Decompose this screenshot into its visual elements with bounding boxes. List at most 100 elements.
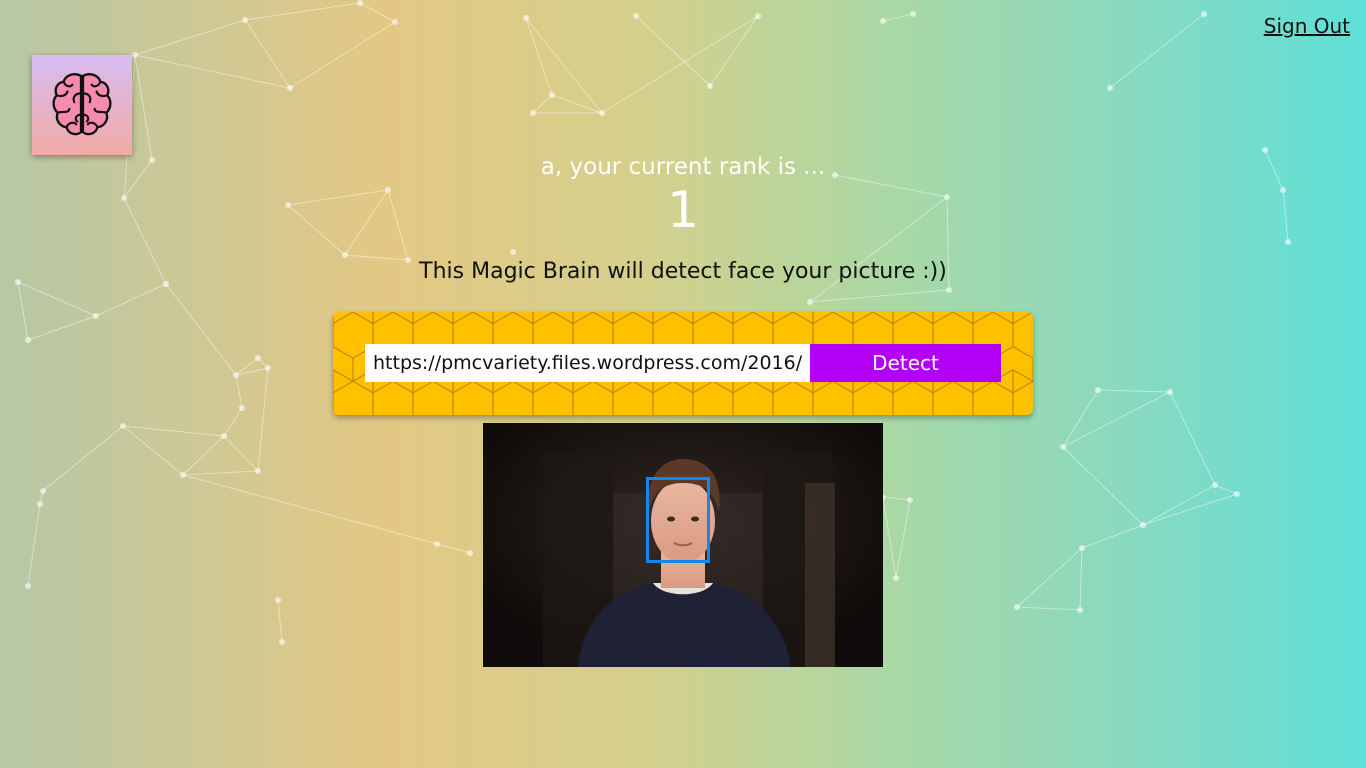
particle-dot <box>221 433 227 439</box>
particle-link <box>223 407 243 437</box>
particle-dot <box>1212 482 1218 488</box>
particle-link <box>1062 446 1144 526</box>
particle-dot <box>40 488 46 494</box>
particle-dot <box>357 0 363 6</box>
particle-dot <box>510 249 516 255</box>
particle-link <box>809 289 950 303</box>
particle-dot <box>549 92 555 98</box>
particle-dot <box>1014 604 1020 610</box>
particle-dot <box>180 472 186 478</box>
particle-link <box>244 19 291 89</box>
particle-link <box>244 2 361 21</box>
particle-dot <box>1079 545 1085 551</box>
particle-dot <box>233 372 239 378</box>
particle-dot <box>946 287 952 293</box>
particle-dot <box>1262 147 1268 153</box>
particle-link <box>1062 389 1099 448</box>
particle-dot <box>907 497 913 503</box>
particle-link <box>182 474 438 545</box>
particle-link <box>895 499 911 579</box>
particle-dot <box>342 252 348 258</box>
particle-dot <box>275 597 281 603</box>
particle-dot <box>1167 389 1173 395</box>
sign-out-link[interactable]: Sign Out <box>1264 14 1350 38</box>
particle-link <box>635 15 711 87</box>
particle-link <box>182 435 225 476</box>
particle-dot <box>755 13 761 19</box>
particle-dot <box>523 15 529 21</box>
particle-link <box>235 357 259 376</box>
image-url-input[interactable] <box>365 344 811 382</box>
particle-dot <box>467 550 473 556</box>
particle-link <box>223 435 259 472</box>
particle-link <box>134 54 153 161</box>
particle-link <box>42 425 124 492</box>
detect-button[interactable]: Detect <box>810 344 1001 382</box>
particle-dot <box>1140 522 1146 528</box>
particle-link <box>1142 484 1216 526</box>
particle-link <box>122 425 184 476</box>
particle-dot <box>25 583 31 589</box>
rank-number: 1 <box>667 181 699 239</box>
face-bounding-box <box>646 477 710 563</box>
particle-dot <box>287 85 293 91</box>
particle-dot <box>707 83 713 89</box>
particle-dot <box>132 52 138 58</box>
result-image <box>483 423 883 667</box>
particle-link <box>359 2 396 23</box>
particle-dot <box>807 299 813 305</box>
particle-link <box>257 357 269 369</box>
particle-link <box>182 470 259 476</box>
particle-dot <box>392 19 398 25</box>
particle-link <box>1097 389 1171 393</box>
particle-dot <box>1095 387 1101 393</box>
particle-dot <box>1201 11 1207 17</box>
particle-link <box>551 94 603 114</box>
particle-link <box>882 13 914 22</box>
particle-link <box>235 374 243 409</box>
particle-dot <box>910 11 916 17</box>
particle-link <box>122 425 225 437</box>
particle-link <box>1016 547 1083 608</box>
particle-dot <box>37 501 43 507</box>
particle-link <box>1062 391 1171 448</box>
particle-link <box>709 15 759 87</box>
rank-text: a, your current rank is ... <box>540 154 826 180</box>
particle-dot <box>25 337 31 343</box>
particle-link <box>1214 484 1238 495</box>
particle-dot <box>893 575 899 581</box>
image-link-form: Detect <box>333 312 1033 415</box>
particle-link <box>532 94 553 114</box>
intro-text: This Magic Brain will detect face your p… <box>419 259 947 284</box>
particle-dot <box>599 110 605 116</box>
particle-link <box>525 17 553 96</box>
particle-link <box>134 54 291 89</box>
particle-dot <box>1285 239 1291 245</box>
particle-dot <box>279 639 285 645</box>
particle-link <box>1169 391 1216 486</box>
particle-link <box>1142 493 1238 526</box>
particle-link <box>882 496 897 579</box>
particle-dot <box>434 541 440 547</box>
particle-link <box>289 21 396 89</box>
particle-link <box>1016 606 1081 611</box>
particle-link <box>134 19 246 56</box>
particle-link <box>1081 524 1144 549</box>
particle-link <box>95 283 167 317</box>
particle-link <box>27 315 97 341</box>
particle-dot <box>93 313 99 319</box>
particle-link <box>17 281 97 317</box>
particle-link <box>235 367 269 376</box>
particle-link <box>882 496 911 501</box>
particle-dot <box>255 355 261 361</box>
particle-link <box>436 543 471 554</box>
particle-link <box>27 503 41 587</box>
top-nav: Sign Out <box>1264 14 1350 38</box>
particle-dot <box>239 405 245 411</box>
particle-dot <box>880 18 886 24</box>
particle-dot <box>1077 607 1083 613</box>
particle-dot <box>265 365 271 371</box>
particle-link <box>525 17 603 114</box>
particle-dot <box>1107 85 1113 91</box>
particle-link <box>39 490 44 505</box>
